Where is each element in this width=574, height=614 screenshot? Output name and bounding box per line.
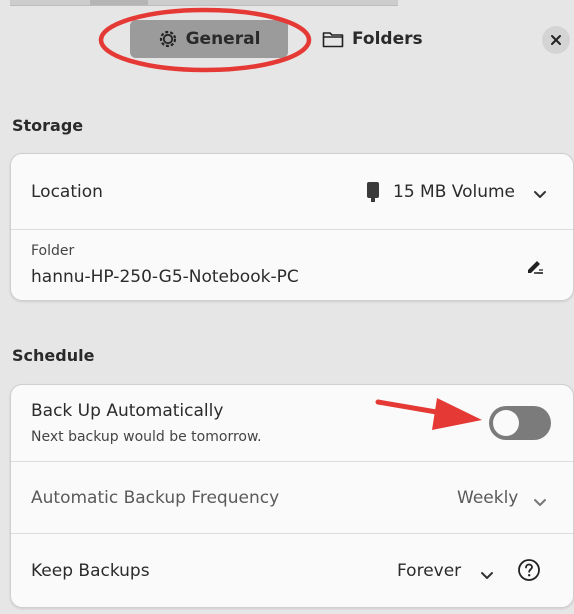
top-bar-segment (90, 0, 148, 5)
location-label: Location (31, 181, 103, 202)
tab-general-label: General (185, 29, 261, 49)
tab-folders[interactable]: Folders (322, 20, 423, 58)
drive-icon (365, 181, 381, 207)
folder-label: Folder (31, 243, 75, 259)
location-value: 15 MB Volume (393, 181, 515, 202)
folder-icon (322, 30, 344, 48)
edit-icon[interactable] (525, 256, 545, 278)
keep-backups-row[interactable]: Keep Backups Forever (11, 534, 573, 607)
keep-backups-label: Keep Backups (31, 560, 150, 581)
auto-backup-subtitle: Next backup would be tomorrow. (31, 429, 262, 445)
close-button[interactable] (542, 26, 570, 54)
toggle-knob (493, 410, 519, 436)
storage-section-title: Storage (12, 116, 84, 135)
storage-card: Location 15 MB Volume Folder hannu-HP-25… (10, 153, 574, 301)
auto-backup-toggle[interactable] (489, 406, 551, 440)
help-icon[interactable] (517, 558, 541, 586)
frequency-row[interactable]: Automatic Backup Frequency Weekly (11, 462, 573, 533)
keep-backups-value: Forever (397, 560, 462, 581)
close-icon (550, 31, 562, 50)
auto-backup-row[interactable]: Back Up Automatically Next backup would … (11, 385, 573, 461)
tab-general[interactable]: General (130, 20, 288, 58)
gear-icon (158, 29, 178, 49)
chevron-down-icon[interactable] (533, 185, 547, 204)
top-window-strip (0, 0, 574, 14)
tab-folders-label: Folders (352, 29, 423, 49)
frequency-label: Automatic Backup Frequency (31, 487, 280, 508)
schedule-card: Back Up Automatically Next backup would … (10, 384, 574, 608)
schedule-section-title: Schedule (12, 346, 95, 365)
folder-value: hannu-HP-250-G5-Notebook-PC (31, 267, 299, 287)
location-row[interactable]: Location 15 MB Volume (11, 154, 573, 229)
folder-row[interactable]: Folder hannu-HP-250-G5-Notebook-PC (11, 230, 573, 300)
chevron-down-icon[interactable] (480, 566, 494, 585)
chevron-down-icon[interactable] (533, 493, 547, 512)
top-bar (10, 0, 398, 6)
frequency-value: Weekly (457, 487, 519, 508)
auto-backup-label: Back Up Automatically (31, 401, 224, 421)
